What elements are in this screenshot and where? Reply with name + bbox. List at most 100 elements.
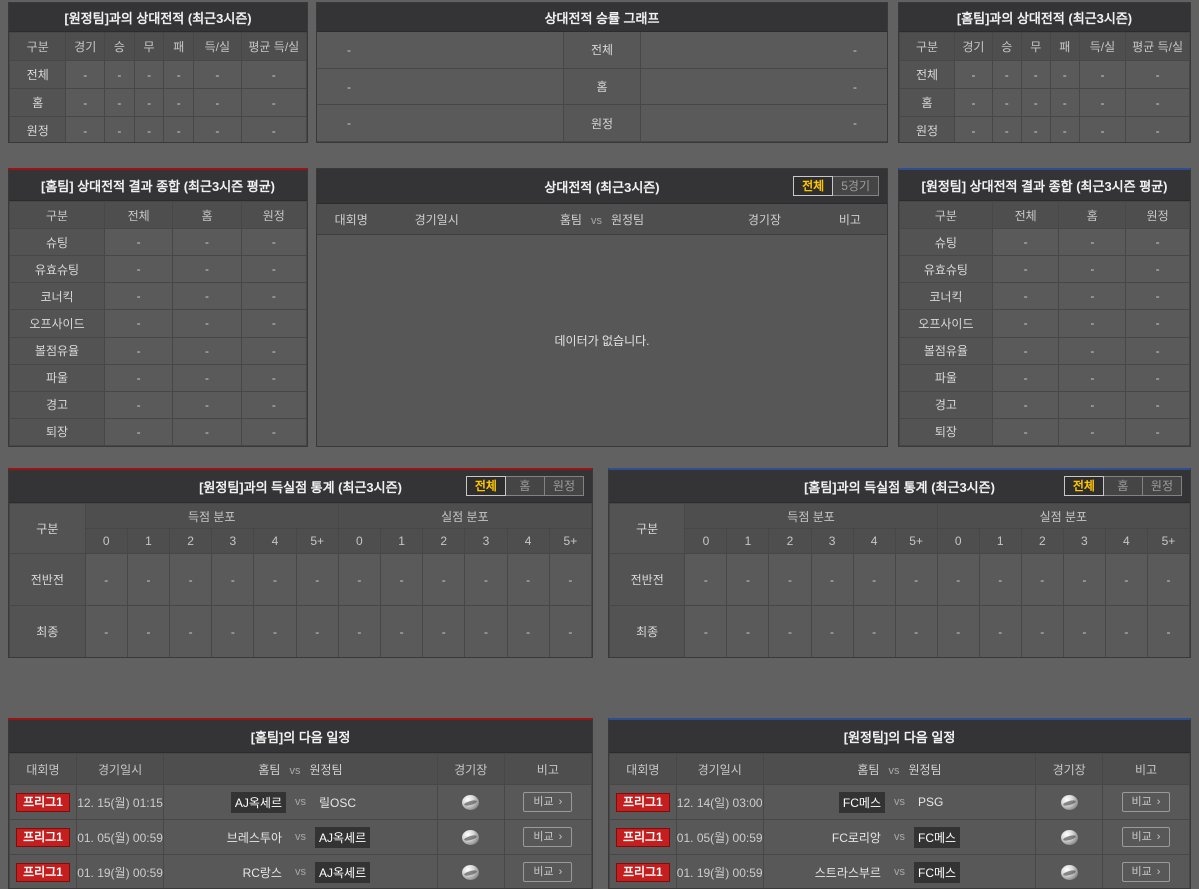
stadium-icon[interactable] (1061, 795, 1078, 810)
stat-value: - (1079, 61, 1125, 89)
stadium-icon[interactable] (462, 795, 479, 810)
stat-value: - (992, 337, 1059, 364)
stat-value: - (66, 89, 105, 117)
tab-5games[interactable]: 5경기 (832, 176, 879, 196)
table-row: 코너킥 - - - (900, 283, 1190, 310)
stadium-icon[interactable] (1061, 830, 1078, 845)
stadium-icon[interactable] (462, 865, 479, 880)
graph-left-value: - (317, 32, 563, 68)
page: [원정팀]과의 상대전적 (최근3시즌) 구분경기승무패득/실평균 득/실 전체… (0, 0, 1199, 889)
tab-home[interactable]: 홈 (505, 476, 545, 496)
stat-value: - (105, 61, 135, 89)
stat-value: - (134, 89, 164, 117)
match-teams: 스트라스부르 vs FC메스 (764, 862, 1036, 883)
stat-value: - (241, 89, 306, 117)
match-datetime: 12. 14(일) 03:00 (676, 785, 763, 820)
table-row: 볼점유율 - - - (900, 337, 1190, 364)
stat-value: - (769, 554, 811, 606)
column-header: 5+ (549, 529, 591, 554)
column-header: 경기 (66, 33, 105, 61)
column-header: 1 (727, 529, 769, 554)
stat-value: - (105, 89, 135, 117)
stat-value: - (1059, 364, 1126, 391)
row-label: 경고 (10, 391, 105, 418)
corner-header: 구분 (610, 504, 685, 554)
stadium-icon[interactable] (462, 830, 479, 845)
column-header: 4 (507, 529, 549, 554)
panel-summary-away: [원정팀] 상대전적 결과 종합 (최근3시즌 평균) 구분전체홈원정 슈팅 -… (898, 168, 1191, 447)
vs-label: vs (295, 831, 306, 843)
compare-button[interactable]: 비교› (1122, 862, 1171, 882)
tab-all[interactable]: 전체 (793, 176, 833, 196)
panel-title: [홈팀]과의 상대전적 (최근3시즌) (957, 8, 1132, 27)
column-header: 1 (127, 529, 169, 554)
stat-value: - (241, 418, 306, 445)
column-header: 4 (254, 529, 296, 554)
match-datetime: 01. 05(월) 00:59 (76, 820, 163, 855)
panel-schedule-home: [홈팀]의 다음 일정 대회명 경기일시 홈팀vs원정팀 경기장 비고 프리그1 (8, 718, 593, 889)
tab-home[interactable]: 홈 (1103, 476, 1143, 496)
stat-value: - (979, 606, 1021, 658)
compare-button[interactable]: 비교› (1122, 827, 1171, 847)
stat-value: - (105, 418, 173, 445)
stat-value: - (173, 283, 241, 310)
schedule-row: 프리그1 12. 14(일) 03:00 FC메스 vs PSG 비교› (610, 785, 1190, 820)
stat-value: - (241, 364, 306, 391)
stat-value: - (105, 364, 173, 391)
tab-away[interactable]: 원정 (544, 476, 584, 496)
column-header: 홈 (1059, 202, 1126, 229)
home-team: RC랑스 (239, 862, 286, 883)
stat-value: - (1050, 117, 1079, 144)
column-header: 승 (105, 33, 135, 61)
column-header: 경기장 (716, 211, 813, 228)
away-team: FC메스 (914, 827, 960, 848)
stat-value: - (937, 606, 979, 658)
table-row: 슈팅 - - - (10, 229, 307, 256)
column-header: 0 (685, 529, 727, 554)
tab-group: 전체 5경기 (793, 176, 879, 196)
column-header: 구분 (10, 202, 105, 229)
stat-value: - (727, 606, 769, 658)
row-label: 오프사이드 (900, 310, 993, 337)
stat-value: - (338, 606, 380, 658)
graph-left-value: - (317, 69, 563, 105)
column-header: 대회명 (10, 754, 77, 785)
stat-value: - (507, 554, 549, 606)
graph-right-value: - (641, 69, 887, 105)
compare-button[interactable]: 비교› (523, 827, 572, 847)
stat-value: - (992, 391, 1059, 418)
tab-away[interactable]: 원정 (1142, 476, 1182, 496)
stat-value: - (549, 606, 591, 658)
column-header: 득/실 (194, 33, 242, 61)
column-header: 2 (769, 529, 811, 554)
stat-value: - (1059, 418, 1126, 445)
column-header-row: 구분전체홈원정 (10, 202, 307, 229)
compare-button[interactable]: 비교› (523, 792, 572, 812)
compare-button[interactable]: 비교› (523, 862, 572, 882)
stat-value: - (811, 554, 853, 606)
home-team: 스트라스부르 (811, 862, 885, 883)
stat-value: - (66, 61, 105, 89)
stat-value: - (380, 554, 422, 606)
row-label: 코너킥 (10, 283, 105, 310)
panel-title: 상대전적 (최근3시즌) (544, 177, 659, 196)
table-row: 전체 - - - - - - (10, 61, 307, 89)
column-header: 구분 (900, 33, 955, 61)
stat-value: - (1126, 391, 1190, 418)
stat-value: - (338, 554, 380, 606)
column-header: 2 (170, 529, 212, 554)
stat-value: - (992, 117, 1021, 144)
graph-row-label: 원정 (563, 105, 641, 141)
stadium-icon[interactable] (1061, 865, 1078, 880)
stat-value: - (105, 283, 173, 310)
stat-value: - (1059, 337, 1126, 364)
compare-button[interactable]: 비교› (1122, 792, 1171, 812)
tab-group: 전체 홈 원정 (466, 476, 584, 496)
tab-all[interactable]: 전체 (466, 476, 506, 496)
stat-value: - (979, 554, 1021, 606)
tab-all[interactable]: 전체 (1064, 476, 1104, 496)
table-row: 슈팅 - - - (900, 229, 1190, 256)
column-header: 평균 득/실 (1126, 33, 1190, 61)
stat-value: - (241, 61, 306, 89)
column-header: 원정 (1126, 202, 1190, 229)
